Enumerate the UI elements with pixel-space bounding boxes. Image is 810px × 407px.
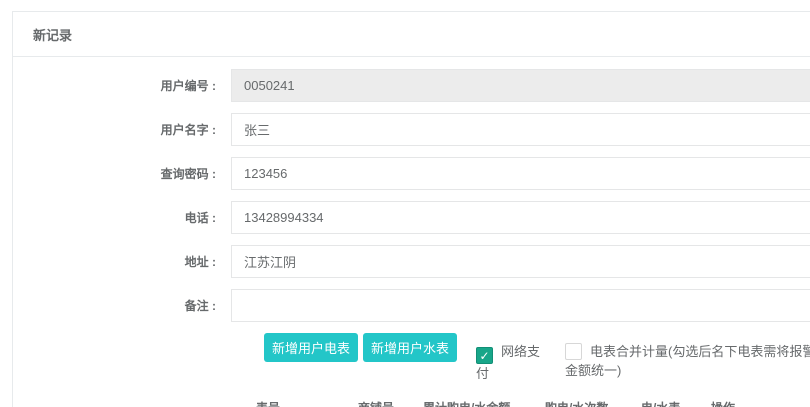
form-row-user-name: 用户名字 : (13, 113, 810, 146)
form-row-user-id: 用户编号 : (13, 69, 810, 102)
panel-body: 用户编号 : 用户名字 : 查询密码 : 电话 : 地址 : 备注 : (13, 57, 810, 407)
page: 新记录 用户编号 : 用户名字 : 查询密码 : 电话 : 地址 : (0, 0, 810, 407)
user-name-label: 用户名字 : (13, 121, 231, 138)
form-row-remark: 备注 : (13, 289, 810, 322)
checkbox-unchecked-icon[interactable] (565, 343, 582, 360)
phone-field[interactable] (231, 201, 810, 234)
header-shop-no: 商铺号 (358, 399, 423, 407)
address-label: 地址 : (13, 253, 231, 270)
address-field[interactable] (231, 245, 810, 278)
form-row-phone: 电话 : (13, 201, 810, 234)
user-name-field[interactable] (231, 113, 810, 146)
header-actions: 操作 (711, 399, 771, 407)
form-row-query-password: 查询密码 : (13, 157, 810, 190)
meter-merge-checkbox[interactable]: 电表合并计量(勾选后名下电表需将报警金额统一) (565, 342, 810, 380)
query-password-field[interactable] (231, 157, 810, 190)
user-id-label: 用户编号 : (13, 77, 231, 94)
form-row-address: 地址 : (13, 245, 810, 278)
meter-merge-label: 电表合并计量(勾选后名下电表需将报警金额统一) (565, 344, 810, 378)
header-meter-no: 表号 (253, 399, 358, 407)
new-record-panel: 新记录 用户编号 : 用户名字 : 查询密码 : 电话 : 地址 : (12, 11, 810, 407)
query-password-label: 查询密码 : (13, 165, 231, 182)
remark-field[interactable] (231, 289, 810, 322)
phone-label: 电话 : (13, 209, 231, 226)
header-meter-type: 电/水表 (641, 399, 711, 407)
remark-label: 备注 : (13, 297, 231, 314)
network-payment-checkbox[interactable]: ✓网络支付 (476, 342, 544, 383)
header-total-purchase-amount: 累计购电/水金额 (423, 399, 545, 407)
checkbox-checked-icon[interactable]: ✓ (476, 347, 493, 364)
panel-title: 新记录 (33, 25, 72, 44)
panel-title-bar: 新记录 (13, 12, 810, 57)
meter-table-header: 表号 商铺号 累计购电/水金额 购电/水次数 电/水表 操作 (253, 390, 810, 407)
action-row: 新增用户电表 新增用户水表 ✓网络支付 电表合并计量(勾选后名下电表需将报警金额… (264, 333, 810, 388)
add-user-water-meter-button[interactable]: 新增用户水表 (363, 333, 457, 362)
header-purchase-count: 购电/水次数 (545, 399, 641, 407)
add-user-electric-meter-button[interactable]: 新增用户电表 (264, 333, 358, 362)
user-id-field (231, 69, 810, 102)
